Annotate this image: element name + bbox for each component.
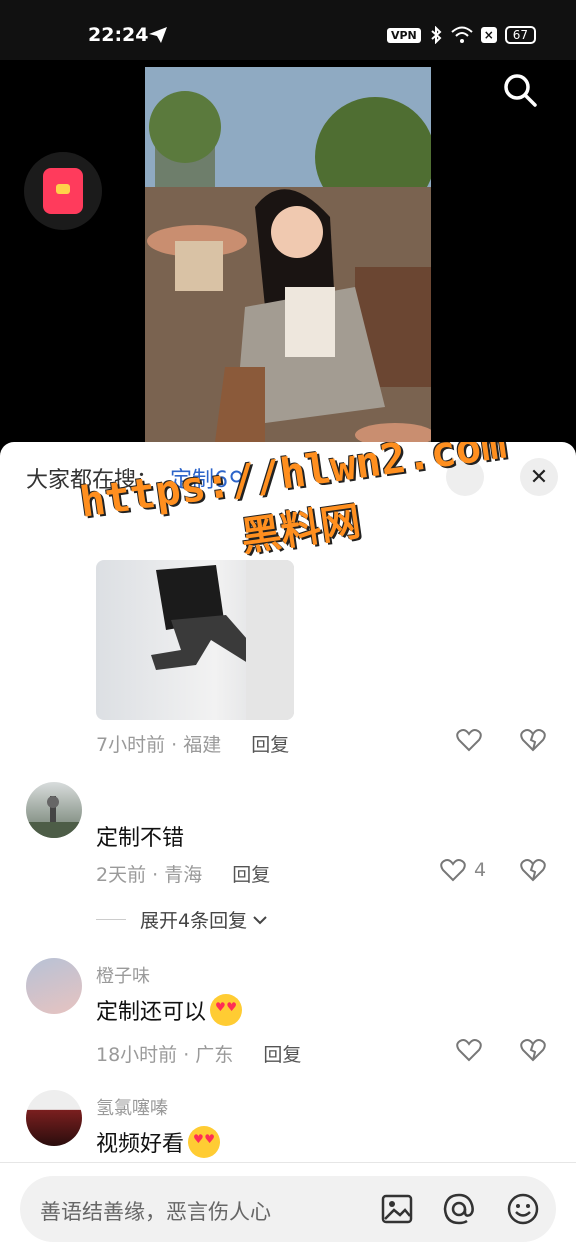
avatar-image [26, 796, 82, 838]
reply-button[interactable]: 回复 [263, 1044, 301, 1066]
comment-username[interactable]: 氢氯噻嗪 [96, 1094, 168, 1120]
image-icon[interactable] [380, 1192, 414, 1226]
comment-username[interactable]: 橙子味 [96, 962, 150, 988]
vpn-badge: VPN [386, 27, 421, 43]
heart-eyes-emoji [188, 1126, 221, 1158]
reply-button[interactable]: 回复 [232, 864, 270, 886]
expand-divider [96, 919, 126, 920]
input-divider [0, 1162, 576, 1163]
dislike-button[interactable] [520, 728, 546, 752]
like-count: 4 [474, 859, 487, 881]
dislike-icon [520, 859, 546, 882]
comment-photo [151, 560, 294, 720]
comment-time-location: 2天前 · 青海 [96, 864, 203, 886]
status-bar: 22:24 VPN × 67 [0, 0, 576, 60]
status-icons: VPN × 67 [386, 26, 536, 44]
video-area[interactable] [0, 60, 576, 460]
dislike-button[interactable] [520, 858, 546, 882]
comment-body: 定制还可以 [96, 994, 243, 1026]
heart-eyes-emoji [210, 994, 243, 1026]
heart-icon [456, 1039, 482, 1062]
at-icon[interactable] [442, 1192, 476, 1226]
dislike-icon [520, 1039, 546, 1062]
comment-text: 定制还可以 [96, 1000, 207, 1025]
status-time: 22:24 [88, 24, 149, 46]
reply-button[interactable]: 回复 [251, 734, 289, 756]
comment-input-placeholder: 善语结善缘，恶言伤人心 [40, 1200, 271, 1224]
avatar[interactable] [26, 782, 82, 838]
send-icon [149, 27, 167, 43]
video-image [145, 67, 431, 442]
sim-icon: × [480, 27, 497, 43]
search-icon[interactable] [502, 72, 538, 108]
comment-meta: 7小时前 · 福建 回复 [96, 730, 289, 757]
battery-indicator: 67 [504, 26, 536, 44]
comment-body: 视频好看 [96, 1126, 221, 1158]
dislike-button[interactable] [520, 1038, 546, 1062]
comments-sheet: 大家都在搜： 定制6 ✕ https://hlwn2.com 黑料网 7小时前 … [0, 442, 576, 1252]
like-button[interactable] [456, 1038, 482, 1062]
chevron-down-icon [253, 915, 267, 924]
avatar[interactable] [26, 1090, 82, 1146]
video-frame[interactable] [145, 67, 431, 442]
avatar[interactable] [26, 958, 82, 1014]
comment-text: 视频好看 [96, 1132, 185, 1157]
expand-replies[interactable]: 展开4条回复 [96, 906, 269, 933]
comment-meta: 18小时前 · 广东 回复 [96, 1040, 301, 1067]
heart-icon [456, 729, 482, 752]
comment-time-location: 7小时前 · 福建 [96, 734, 222, 756]
comment-time-location: 18小时前 · 广东 [96, 1044, 234, 1066]
wifi-icon [451, 26, 473, 43]
expand-replies-label: 展开4条回复 [140, 910, 248, 932]
like-button[interactable] [456, 728, 482, 752]
red-packet-button[interactable] [24, 152, 102, 230]
emoji-icon[interactable] [506, 1192, 540, 1226]
dislike-icon [520, 729, 546, 752]
bluetooth-icon [431, 26, 442, 44]
close-button[interactable]: ✕ [520, 458, 558, 496]
like-button[interactable]: 4 [440, 858, 486, 882]
comment-text: 定制不错 [96, 826, 185, 851]
close-icon: ✕ [529, 464, 549, 490]
comment-image[interactable] [96, 560, 294, 720]
heart-icon [440, 859, 466, 882]
comment-input[interactable]: 善语结善缘，恶言伤人心 [20, 1176, 556, 1242]
comment-meta: 2天前 · 青海 回复 [96, 860, 270, 887]
red-packet-icon [43, 168, 83, 214]
